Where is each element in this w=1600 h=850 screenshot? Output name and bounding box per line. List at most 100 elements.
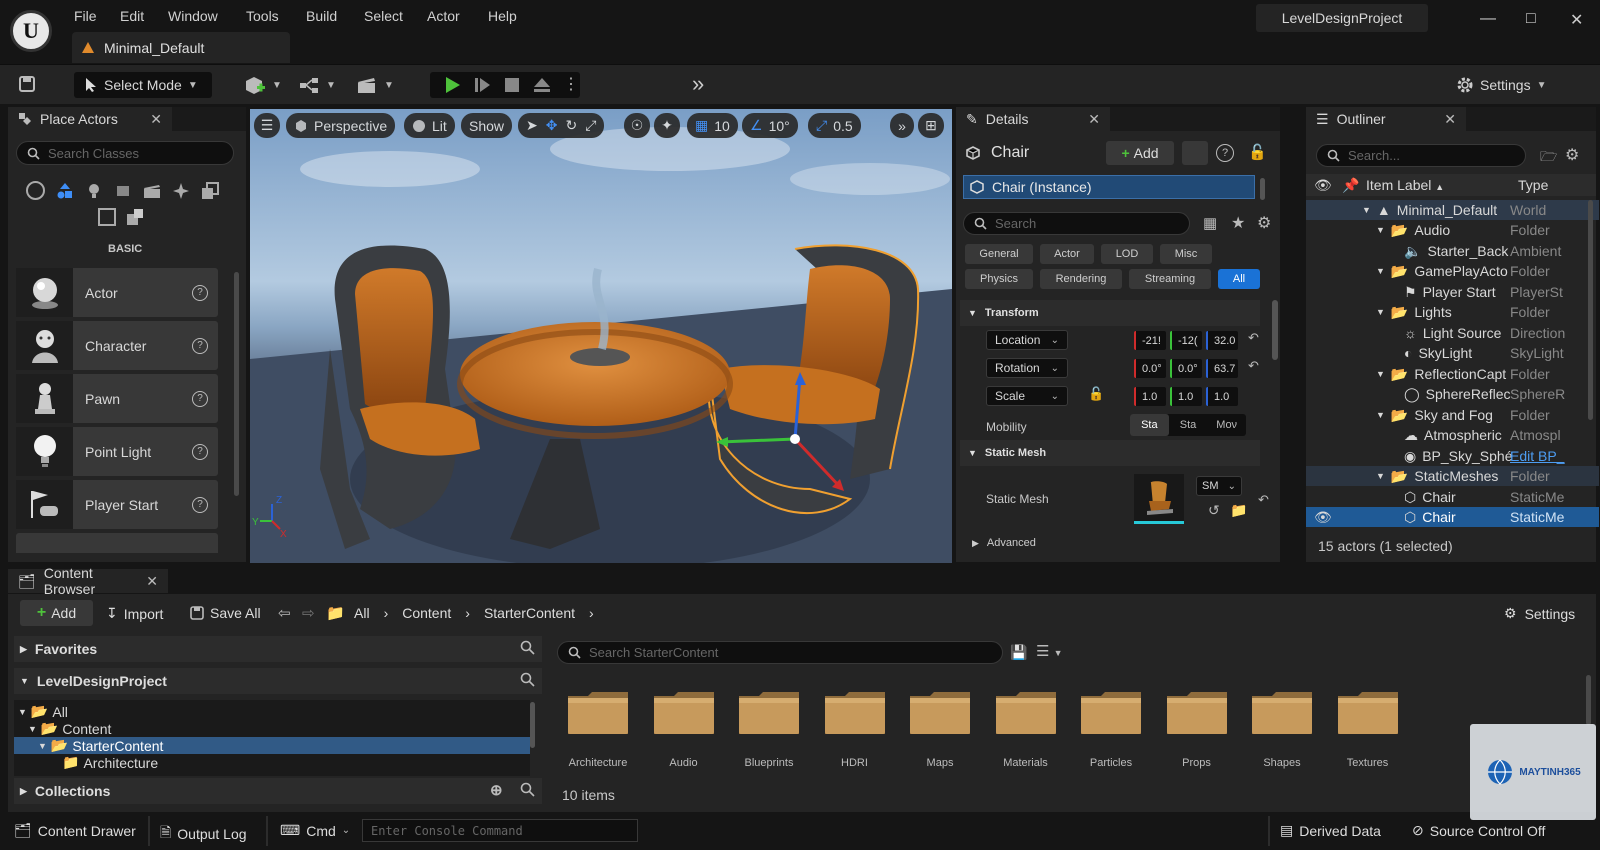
reset-icon[interactable]: ↶ xyxy=(1248,330,1259,346)
outliner-search-input[interactable]: Search... xyxy=(1316,144,1526,167)
favorites-section[interactable]: ▶ Favorites xyxy=(14,636,542,662)
actor-item-player-start[interactable]: Player Start ? xyxy=(16,480,218,529)
source-control-button[interactable]: ⊘ Source Control Off xyxy=(1412,822,1545,839)
all-classes-icon[interactable] xyxy=(126,208,144,226)
viewport-options-icon[interactable]: ☰ xyxy=(254,113,280,138)
details-search-input[interactable]: Search xyxy=(963,212,1190,235)
filter-rendering[interactable]: Rendering xyxy=(1040,269,1122,289)
geometry-icon[interactable] xyxy=(200,181,219,200)
rotation-snap-button[interactable]: ∠ 10° xyxy=(742,113,798,138)
location-z-input[interactable]: 32.0 xyxy=(1206,331,1238,350)
recent-icon[interactable] xyxy=(26,181,45,200)
scale-tool-icon[interactable]: ⤢ xyxy=(585,117,596,134)
menu-build[interactable]: Build xyxy=(306,8,337,24)
select-tool-icon[interactable]: ➤ xyxy=(526,117,538,134)
actor-item-character[interactable]: Character ? xyxy=(16,321,218,370)
help-icon[interactable]: ? xyxy=(192,390,208,407)
menu-help[interactable]: Help xyxy=(488,8,517,24)
content-browser-tab[interactable]: 🗂 Content Browser ✕ xyxy=(8,565,168,597)
component-scrollbar[interactable] xyxy=(1260,178,1265,200)
tree-architecture[interactable]: 📁 Architecture xyxy=(14,754,530,771)
breadcrumb-all[interactable]: All xyxy=(354,605,370,621)
tree-startercontent-selected[interactable]: ▼ 📂 StarterContent xyxy=(14,737,530,754)
details-tab[interactable]: ✎ Details ✕ xyxy=(956,107,1110,131)
scale-x-input[interactable]: 1.0 xyxy=(1134,387,1166,406)
menu-window[interactable]: Window xyxy=(168,8,218,24)
star-icon[interactable]: ★ xyxy=(1231,213,1245,233)
lit-button[interactable]: Lit xyxy=(404,113,455,138)
outliner-row-skylight[interactable]: ◐ SkyLight SkyLight xyxy=(1306,343,1599,363)
folder-tile-icon[interactable] xyxy=(1079,690,1143,736)
component-instance-row[interactable]: Chair (Instance) xyxy=(963,175,1255,199)
browse-folder-icon[interactable]: 📁 xyxy=(1230,502,1247,519)
basic-shapes-icon[interactable] xyxy=(55,181,74,200)
cmd-dropdown[interactable]: ⌨ Cmd ⌄ xyxy=(280,822,350,839)
menu-edit[interactable]: Edit xyxy=(120,8,144,24)
scale-snap-button[interactable]: ⤢ 0.5 xyxy=(808,113,861,138)
expand-viewport-toolbar-icon[interactable]: » xyxy=(890,113,914,138)
grid-snap-button[interactable]: ▦ 10 xyxy=(687,113,738,138)
tree-content[interactable]: ▼ 📂 Content xyxy=(14,720,530,737)
collections-section[interactable]: ▶ Collections ⊕ xyxy=(14,778,542,804)
blueprints-button[interactable]: ▼ xyxy=(298,72,336,98)
outliner-scrollbar[interactable] xyxy=(1588,200,1593,420)
help-icon[interactable]: ? xyxy=(192,284,208,301)
actor-item-pawn[interactable]: Pawn ? xyxy=(16,374,218,423)
outliner-row-bp-sky[interactable]: ◉ BP_Sky_Sphé Edit BP_ xyxy=(1306,446,1599,466)
rotation-z-input[interactable]: 63.7 xyxy=(1206,359,1238,378)
reset-icon[interactable]: ↶ xyxy=(1248,358,1259,374)
output-log-button[interactable]: 🗎 Output Log xyxy=(160,822,247,846)
actor-item-partial[interactable] xyxy=(16,533,218,553)
outliner-row-starter-back[interactable]: 🔈 Starter_Back Ambient xyxy=(1306,241,1599,261)
level-tab[interactable]: Minimal_Default xyxy=(72,32,290,63)
forward-icon[interactable]: ⇨ xyxy=(302,604,315,622)
tree-scrollbar[interactable] xyxy=(530,702,535,748)
scale-z-input[interactable]: 1.0 xyxy=(1206,387,1238,406)
filter-physics[interactable]: Physics xyxy=(965,269,1033,289)
derived-data-button[interactable]: ▤ Derived Data xyxy=(1280,822,1381,839)
place-actors-tab[interactable]: Place Actors ✕ xyxy=(8,107,172,131)
expand-toolbar-icon[interactable]: » xyxy=(692,71,704,97)
advanced-row[interactable]: ▶ Advanced xyxy=(972,537,1036,549)
actor-item-actor[interactable]: Actor ? xyxy=(16,268,218,317)
location-y-input[interactable]: -12( xyxy=(1170,331,1202,350)
content-drawer-button[interactable]: 🗂 Content Drawer xyxy=(14,822,136,839)
play-options-icon[interactable]: ⋮ xyxy=(563,74,579,94)
asset-search-input[interactable]: Search StarterContent xyxy=(557,641,1003,664)
menu-actor[interactable]: Actor xyxy=(427,8,460,24)
filter-lod[interactable]: LOD xyxy=(1101,244,1153,264)
outliner-row-world[interactable]: ▼ ▲ Minimal_Default World xyxy=(1306,200,1599,220)
outliner-row-sphere-reflection[interactable]: ◯ SphereReflec SphereR xyxy=(1306,384,1599,404)
place-actors-scrollbar[interactable] xyxy=(234,272,239,496)
add-component-button[interactable]: + Add xyxy=(1106,141,1174,165)
rotation-x-input[interactable]: 0.0° xyxy=(1134,359,1166,378)
outliner-row-lights[interactable]: ▼ 📂 Lights Folder xyxy=(1306,302,1599,322)
mobility-stationary[interactable]: Sta xyxy=(1169,414,1208,436)
perspective-button[interactable]: Perspective xyxy=(286,113,396,138)
folder-tile-icon[interactable] xyxy=(1336,690,1400,736)
static-mesh-section-header[interactable]: ▼ Static Mesh xyxy=(960,440,1260,466)
lights-icon[interactable] xyxy=(84,181,103,200)
reset-icon[interactable]: ↶ xyxy=(1258,492,1269,508)
rotation-dropdown[interactable]: Rotation ⌄ xyxy=(986,358,1068,378)
folder-tile-icon[interactable] xyxy=(994,690,1058,736)
shapes-icon[interactable] xyxy=(113,181,132,200)
mesh-thumbnail[interactable] xyxy=(1134,474,1184,524)
folder-tile-icon[interactable] xyxy=(823,690,887,736)
close-window-icon[interactable]: ✕ xyxy=(1570,10,1583,30)
rotate-tool-icon[interactable]: ↻ xyxy=(565,117,577,134)
folder-tile-icon[interactable] xyxy=(1165,690,1229,736)
folder-tile-icon[interactable] xyxy=(908,690,972,736)
unlock-icon[interactable]: 🔓 xyxy=(1088,386,1104,402)
cb-import-button[interactable]: ↧ Import xyxy=(106,605,163,622)
frame-skip-icon[interactable] xyxy=(473,76,491,94)
scale-dropdown[interactable]: Scale ⌄ xyxy=(986,386,1068,406)
menu-file[interactable]: File xyxy=(74,8,97,24)
help-icon[interactable]: ? xyxy=(192,496,208,513)
cinematics-button[interactable]: ▼ xyxy=(356,72,394,98)
viewport-layout-icon[interactable]: ⊞ xyxy=(918,113,944,138)
outliner-tab[interactable]: ☰ Outliner ✕ xyxy=(1306,107,1466,131)
filter-all[interactable]: All xyxy=(1218,269,1260,289)
item-label-column[interactable]: Item Label ▲ xyxy=(1366,177,1444,193)
outliner-row-gameplay[interactable]: ▼ 📂 GamePlayActo Folder xyxy=(1306,261,1599,281)
